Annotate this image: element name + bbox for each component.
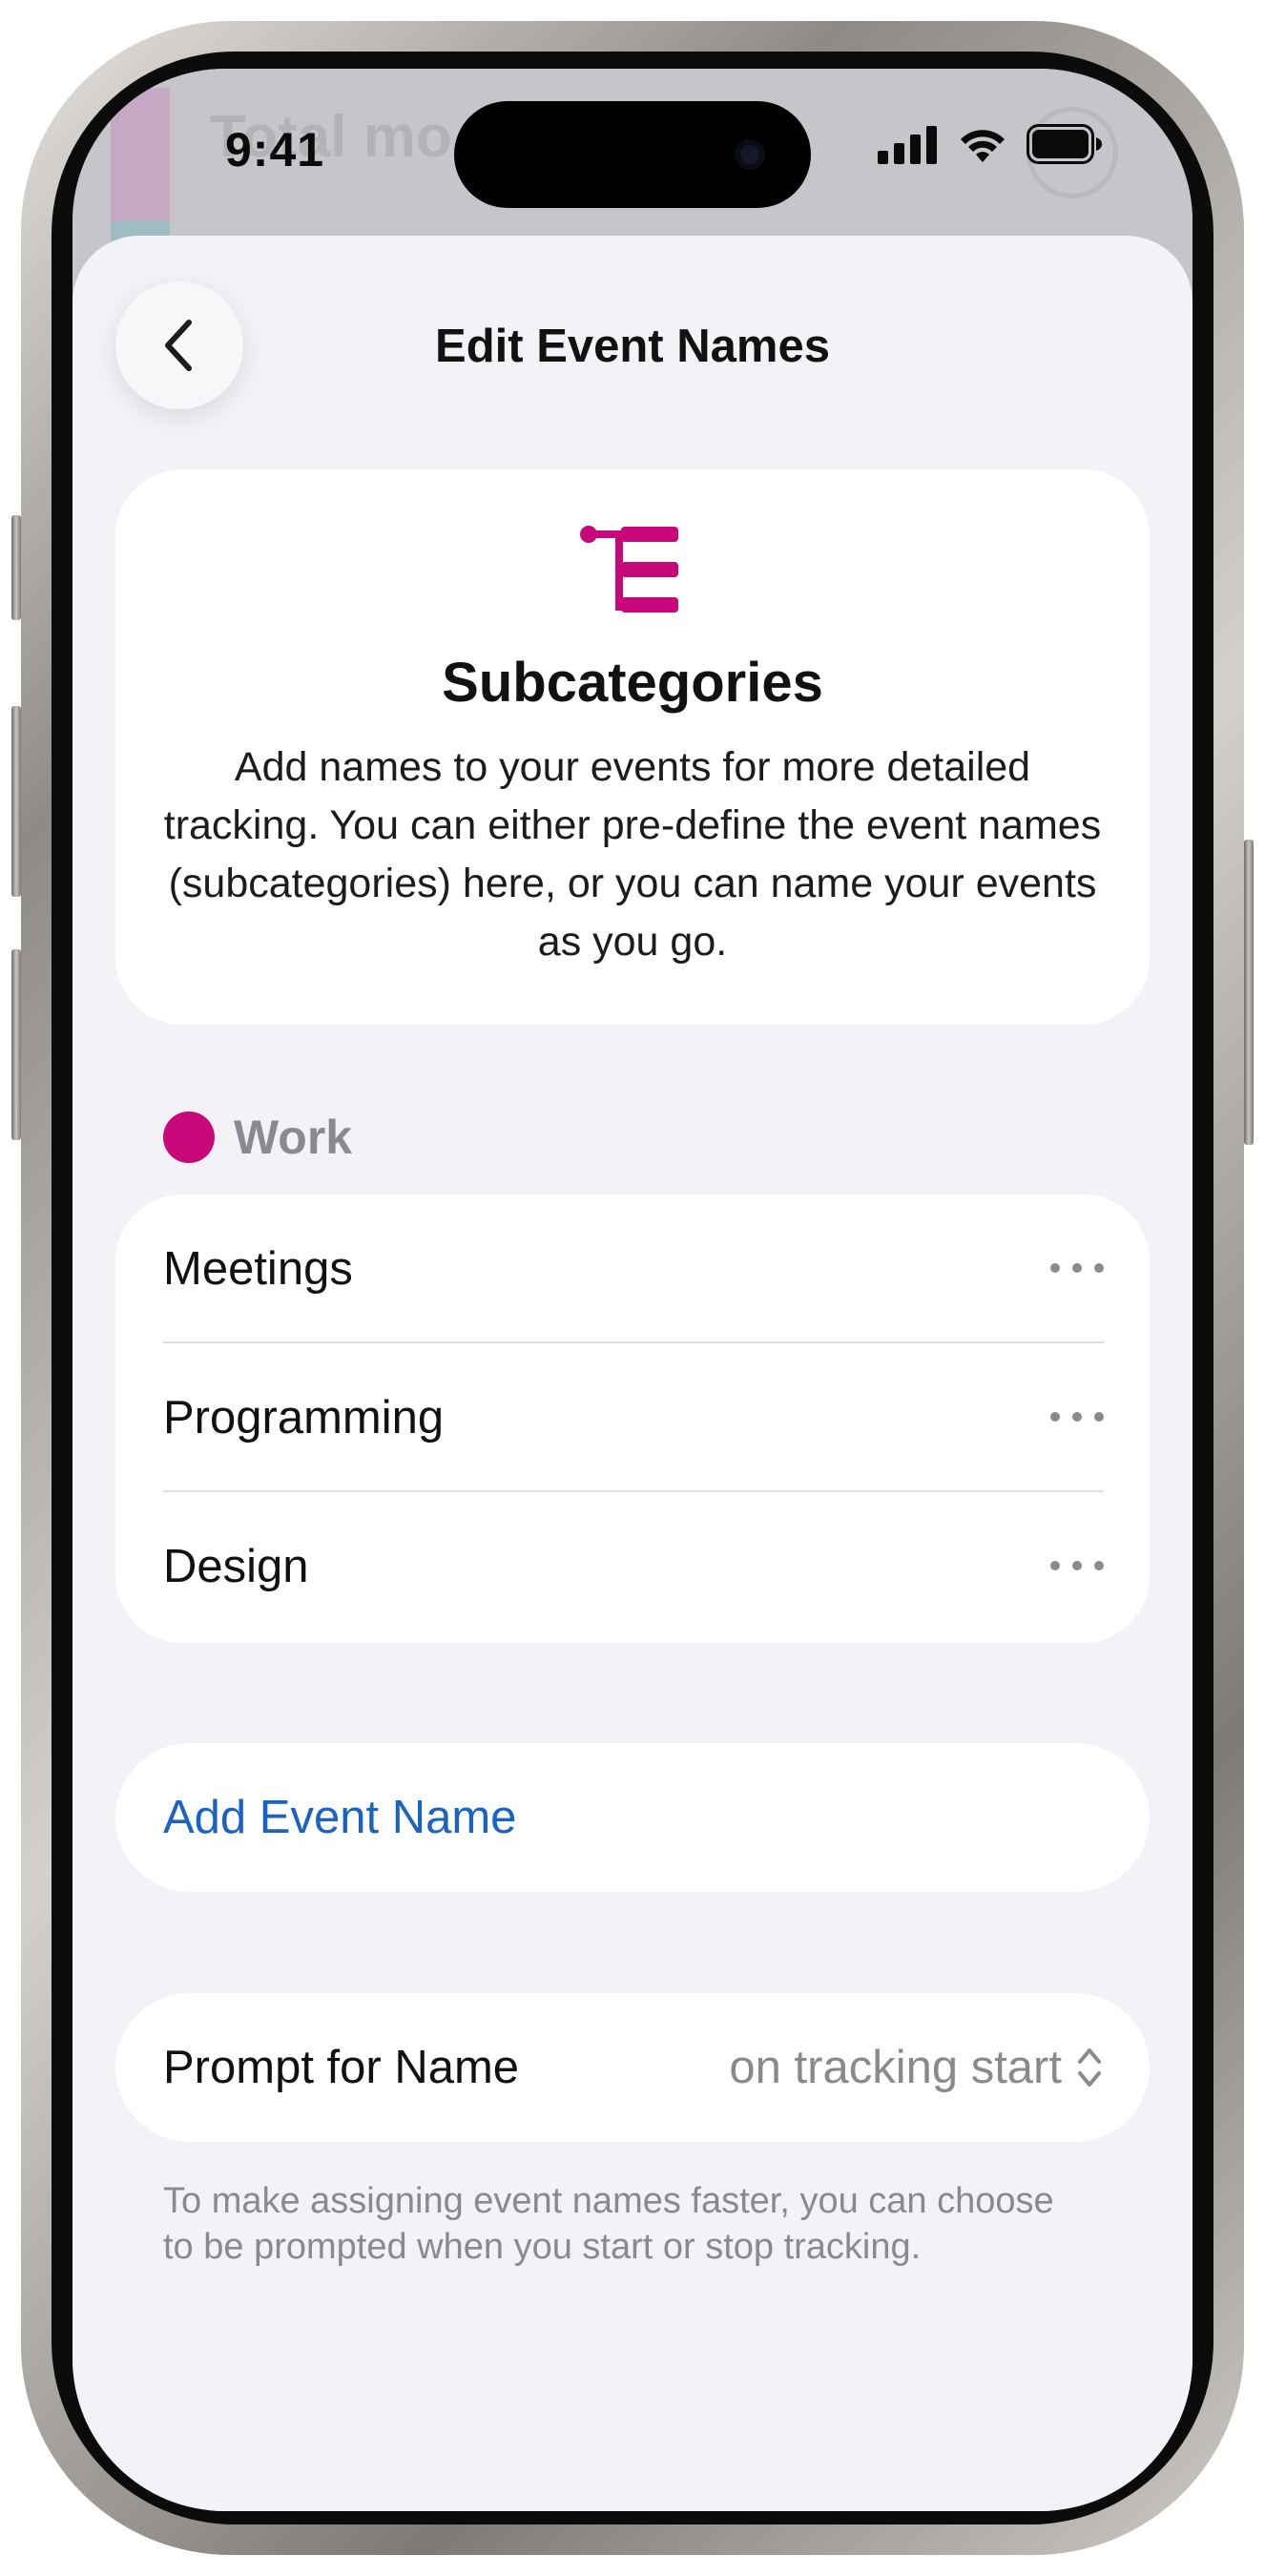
category-label: Work — [234, 1111, 353, 1164]
more-options-icon[interactable] — [1050, 1402, 1104, 1431]
status-time: 9:41 — [225, 123, 325, 177]
dynamic-island — [454, 101, 811, 208]
front-camera — [735, 139, 765, 170]
add-event-name-label: Add Event Name — [163, 1792, 517, 1843]
action-button — [11, 515, 21, 620]
prompt-value-select[interactable]: on tracking start — [729, 2041, 1062, 2094]
prompt-label: Prompt for Name — [163, 2042, 520, 2093]
event-name-label: Programming — [163, 1392, 445, 1444]
battery-icon — [1027, 124, 1102, 164]
list-item[interactable]: Meetings — [115, 1195, 1150, 1343]
info-description: Add names to your events for more detail… — [163, 744, 1102, 965]
volume-down-button — [11, 949, 21, 1140]
volume-up-button — [11, 706, 21, 897]
page-title: Edit Event Names — [435, 321, 830, 372]
screen: Total mo 9:41 Edit Event Names Subcatego… — [73, 69, 1192, 2511]
info-title: Subcategories — [442, 652, 823, 714]
add-event-name-button[interactable]: Add Event Name — [115, 1743, 1150, 1892]
status-bar: 9:41 — [73, 69, 1192, 240]
subcategories-tree-icon — [580, 526, 678, 613]
category-header: Work — [163, 1111, 352, 1164]
subcategories-info-card: Subcategories Add names to your events f… — [115, 469, 1150, 1025]
prompt-for-name-row[interactable]: Prompt for Name on tracking start — [115, 1993, 1150, 2142]
prompt-footnote: To make assigning event names faster, yo… — [163, 2181, 1054, 2267]
list-item[interactable]: Design — [115, 1492, 1150, 1641]
list-item[interactable]: Programming — [115, 1343, 1150, 1492]
wifi-icon — [961, 130, 1005, 162]
event-name-label: Design — [163, 1541, 309, 1592]
side-button — [1244, 840, 1254, 1145]
chevron-up-down-icon — [1078, 2048, 1101, 2087]
edit-event-names-sheet: Edit Event Names Subcategories Add names… — [73, 236, 1192, 2511]
event-names-list: Meetings Programming Design — [115, 1195, 1150, 1643]
event-name-label: Meetings — [163, 1243, 353, 1295]
cellular-signal-icon — [878, 126, 937, 164]
more-options-icon[interactable] — [1050, 1254, 1104, 1282]
category-color-dot — [163, 1111, 215, 1163]
more-options-icon[interactable] — [1050, 1551, 1104, 1580]
